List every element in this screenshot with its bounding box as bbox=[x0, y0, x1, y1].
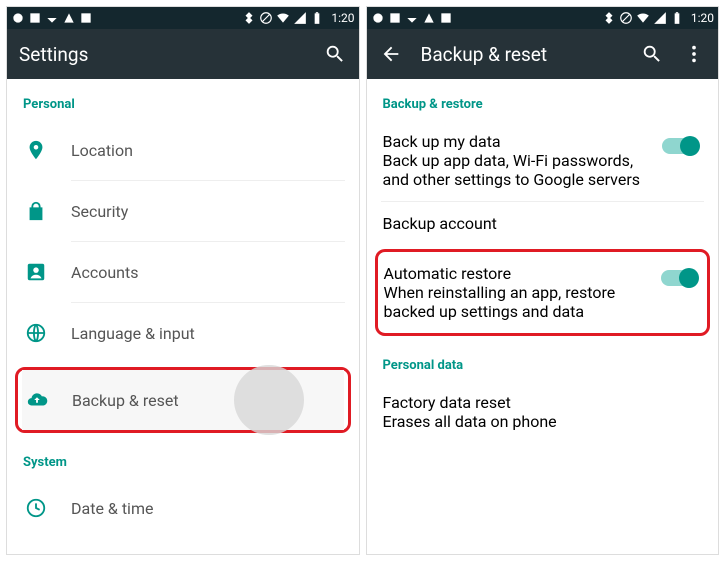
row-title: Backup account bbox=[383, 214, 703, 233]
overflow-button[interactable] bbox=[682, 42, 706, 66]
location-icon bbox=[21, 139, 71, 161]
row-label: Accounts bbox=[71, 263, 345, 282]
app-bar: Backup & reset bbox=[367, 29, 719, 79]
notif-icon bbox=[422, 11, 436, 25]
notif-icon bbox=[45, 11, 59, 25]
bluetooth-icon bbox=[242, 11, 256, 25]
dnd-icon bbox=[259, 11, 273, 25]
row-label: Backup & reset bbox=[72, 391, 344, 410]
row-auto-restore[interactable]: Automatic restore When reinstalling an a… bbox=[382, 252, 704, 333]
section-backup-restore: Backup & restore bbox=[381, 79, 705, 120]
page-title: Backup & reset bbox=[421, 43, 548, 66]
lock-icon bbox=[21, 200, 71, 222]
page-title: Settings bbox=[19, 43, 88, 66]
notif-icon bbox=[62, 11, 76, 25]
status-time: 1:20 bbox=[691, 11, 714, 25]
toggle-switch[interactable] bbox=[661, 270, 697, 286]
dnd-icon bbox=[619, 11, 633, 25]
settings-row-backup-reset[interactable]: Backup & reset bbox=[22, 370, 344, 430]
clock-icon bbox=[21, 497, 71, 519]
signal-icon bbox=[293, 11, 307, 25]
highlight-auto-restore: Automatic restore When reinstalling an a… bbox=[375, 249, 711, 336]
row-title: Back up my data bbox=[383, 132, 655, 151]
app-bar: Settings bbox=[7, 29, 359, 79]
battery-icon bbox=[310, 11, 324, 25]
cloud-upload-icon bbox=[22, 389, 72, 411]
account-icon bbox=[21, 261, 71, 283]
bluetooth-icon bbox=[602, 11, 616, 25]
back-button[interactable] bbox=[379, 42, 403, 66]
notif-icon bbox=[79, 11, 93, 25]
settings-row-datetime[interactable]: Date & time bbox=[21, 478, 345, 538]
row-label: Security bbox=[71, 202, 345, 221]
row-subtitle: Back up app data, Wi-Fi passwords, and o… bbox=[383, 151, 655, 189]
status-bar: 1:20 bbox=[7, 7, 359, 29]
notif-icon bbox=[388, 11, 402, 25]
row-backup-data[interactable]: Back up my data Back up app data, Wi-Fi … bbox=[381, 120, 705, 201]
settings-row-accounts[interactable]: Accounts bbox=[21, 242, 345, 302]
settings-row-location[interactable]: Location bbox=[21, 120, 345, 180]
phone-left: 1:20 Settings Personal Location Security… bbox=[6, 6, 360, 555]
status-bar: 1:20 bbox=[367, 7, 719, 29]
row-subtitle: When reinstalling an app, restore backed… bbox=[384, 283, 654, 321]
wifi-icon bbox=[636, 11, 650, 25]
notif-icon bbox=[28, 11, 42, 25]
row-label: Date & time bbox=[71, 499, 345, 518]
section-personal-data: Personal data bbox=[381, 340, 705, 381]
row-label: Location bbox=[71, 141, 345, 160]
row-title: Automatic restore bbox=[384, 264, 654, 283]
battery-icon bbox=[670, 11, 684, 25]
row-label: Language & input bbox=[71, 324, 345, 343]
section-personal: Personal bbox=[21, 79, 345, 120]
toggle-switch[interactable] bbox=[662, 138, 698, 154]
search-button[interactable] bbox=[640, 42, 664, 66]
notif-icon bbox=[405, 11, 419, 25]
notif-icon bbox=[439, 11, 453, 25]
section-system: System bbox=[21, 437, 345, 478]
highlight-backup-reset: Backup & reset bbox=[15, 367, 351, 433]
row-subtitle: Erases all data on phone bbox=[383, 412, 703, 431]
notif-icon bbox=[11, 11, 25, 25]
globe-icon bbox=[21, 322, 71, 344]
wifi-icon bbox=[276, 11, 290, 25]
notif-icon bbox=[371, 11, 385, 25]
row-title: Factory data reset bbox=[383, 393, 703, 412]
settings-row-security[interactable]: Security bbox=[21, 181, 345, 241]
row-factory-reset[interactable]: Factory data reset Erases all data on ph… bbox=[381, 381, 705, 443]
phone-right: 1:20 Backup & reset Backup & restore Bac… bbox=[366, 6, 720, 555]
search-button[interactable] bbox=[323, 42, 347, 66]
status-time: 1:20 bbox=[331, 11, 354, 25]
settings-row-language[interactable]: Language & input bbox=[21, 303, 345, 363]
row-backup-account[interactable]: Backup account bbox=[381, 202, 705, 245]
signal-icon bbox=[653, 11, 667, 25]
